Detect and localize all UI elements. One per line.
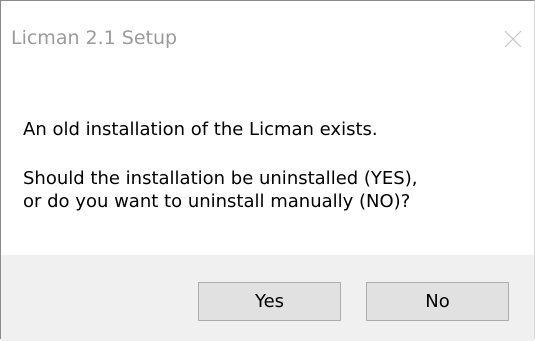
yes-button[interactable]: Yes: [198, 282, 341, 321]
message-line-2: Should the installation be uninstalled (…: [23, 168, 418, 189]
message-line-1: An old installation of the Licman exists…: [23, 119, 378, 140]
message-area: An old installation of the Licman exists…: [1, 85, 534, 255]
close-button[interactable]: [492, 21, 534, 63]
button-bar: Yes No: [1, 255, 534, 341]
no-button[interactable]: No: [366, 282, 509, 321]
close-icon: [504, 30, 522, 48]
title-bar[interactable]: Licman 2.1 Setup: [1, 1, 534, 85]
setup-dialog: Licman 2.1 Setup An old installation of …: [0, 0, 535, 341]
window-title: Licman 2.1 Setup: [11, 27, 178, 49]
message-line-3: or do you want to uninstall manually (NO…: [23, 191, 411, 212]
